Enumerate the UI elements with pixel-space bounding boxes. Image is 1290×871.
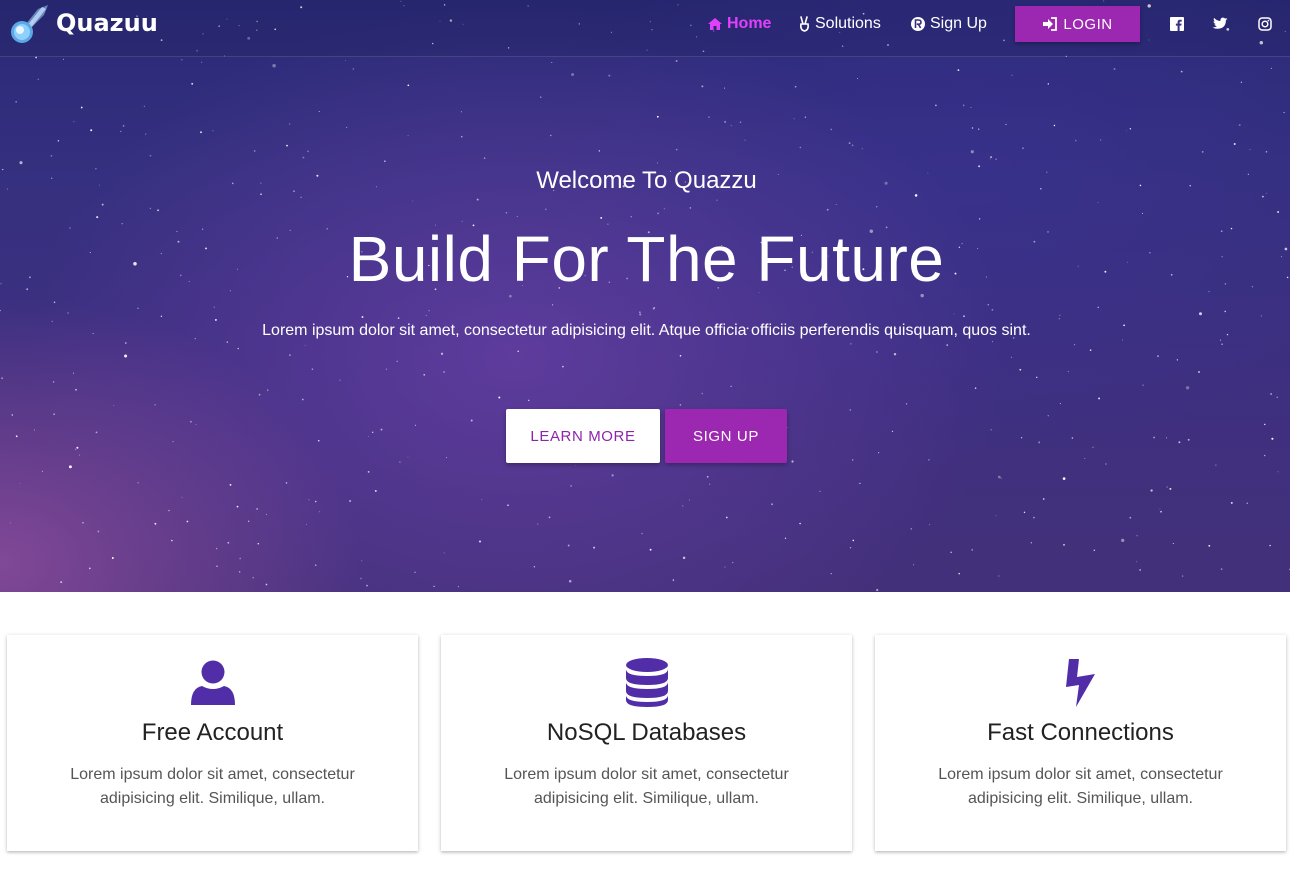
twitter-icon bbox=[1212, 17, 1228, 29]
peace-hand-icon bbox=[800, 16, 809, 32]
feature-title: NoSQL Databases bbox=[546, 719, 747, 746]
login-button-label: LOGIN bbox=[1063, 15, 1113, 33]
feature-text: Lorem ipsum dolor sit amet, consectetur … bbox=[504, 766, 789, 807]
brand-name: Quazuu bbox=[56, 9, 158, 37]
learn-more-button[interactable]: LEARN MORE bbox=[506, 409, 660, 463]
feature-title: Free Account bbox=[141, 719, 284, 746]
user-icon bbox=[190, 660, 235, 705]
hero-title: Build For The Future bbox=[348, 223, 945, 295]
nav-item-home-label: Home bbox=[727, 15, 772, 32]
comet-icon bbox=[11, 5, 48, 43]
home-icon bbox=[708, 18, 722, 30]
instagram-icon bbox=[1258, 17, 1272, 31]
brand[interactable]: Quazuu bbox=[8, 0, 158, 46]
starfield-background bbox=[0, 0, 1290, 592]
twitter-link[interactable] bbox=[1211, 15, 1229, 33]
facebook-link[interactable] bbox=[1168, 15, 1186, 33]
database-icon bbox=[625, 658, 668, 707]
hero-text: Lorem ipsum dolor sit amet, consectetur … bbox=[262, 322, 1031, 339]
hero-section: Quazuu Home Solutions Sign Up LOGIN Welc… bbox=[0, 0, 1290, 592]
login-button[interactable]: LOGIN bbox=[1015, 6, 1140, 42]
facebook-icon bbox=[1170, 17, 1184, 31]
hero-subtitle: Welcome To Quazzu bbox=[536, 167, 757, 194]
nav-item-signup-label: Sign Up bbox=[930, 15, 987, 32]
feature-text: Lorem ipsum dolor sit amet, consectetur … bbox=[938, 766, 1223, 807]
nav-item-solutions[interactable]: Solutions bbox=[798, 13, 881, 35]
nav-item-solutions-label: Solutions bbox=[815, 15, 881, 32]
feature-title: Fast Connections bbox=[987, 719, 1174, 746]
feature-card-fast-connections: Fast Connections Lorem ipsum dolor sit a… bbox=[875, 635, 1286, 851]
nav-item-home[interactable]: Home bbox=[707, 13, 771, 35]
nav-item-signup[interactable]: Sign Up bbox=[910, 13, 987, 35]
bolt-icon bbox=[1065, 659, 1095, 707]
feature-card-nosql-databases: NoSQL Databases Lorem ipsum dolor sit am… bbox=[441, 635, 852, 851]
instagram-link[interactable] bbox=[1256, 15, 1274, 33]
registered-icon bbox=[911, 17, 925, 31]
signup-button[interactable]: SIGN UP bbox=[665, 409, 787, 463]
sign-in-icon bbox=[1043, 17, 1058, 31]
feature-card-free-account: Free Account Lorem ipsum dolor sit amet,… bbox=[7, 635, 418, 851]
navbar: Quazuu Home Solutions Sign Up LOGIN bbox=[0, 0, 1290, 57]
feature-text: Lorem ipsum dolor sit amet, consectetur … bbox=[70, 766, 355, 807]
